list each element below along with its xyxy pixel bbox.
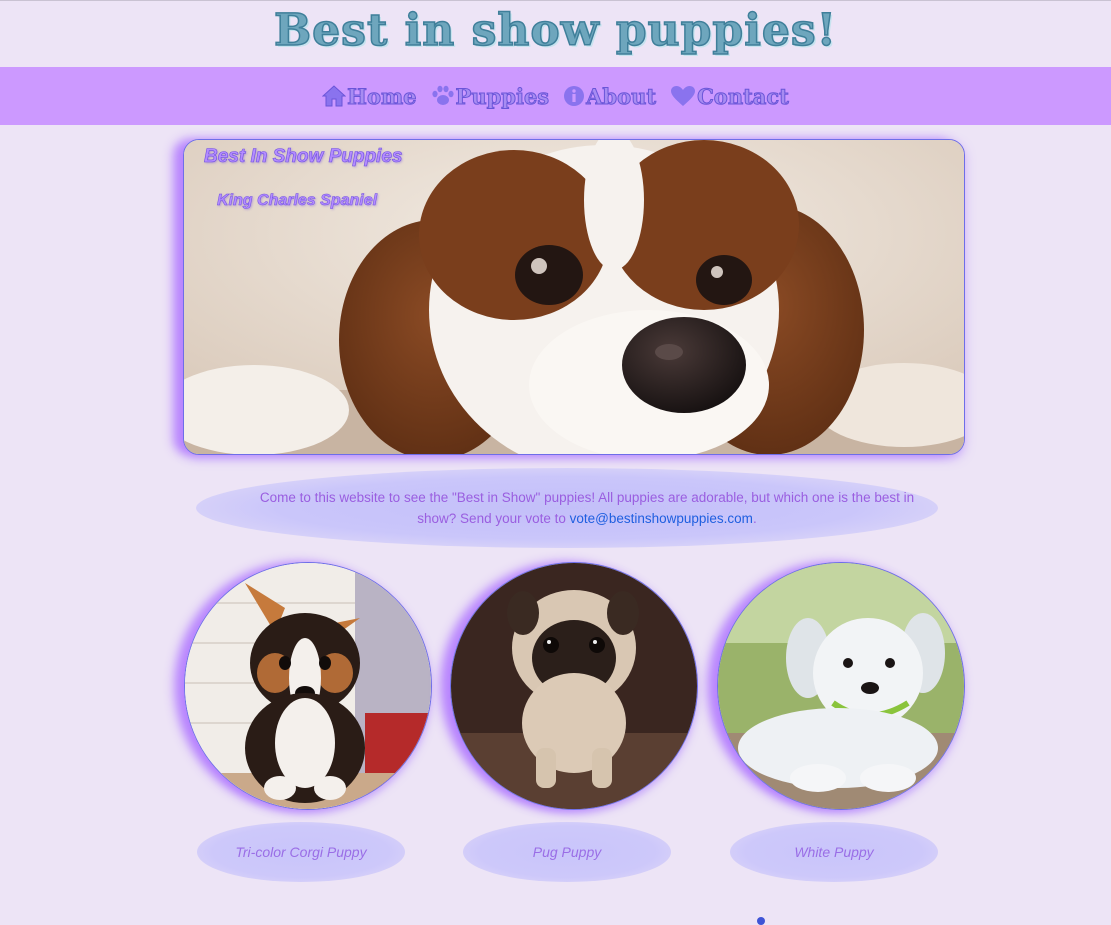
corgi-caption: Tri-color Corgi Puppy xyxy=(197,822,405,882)
nav-contact-label: Contact xyxy=(697,83,790,109)
corgi-puppy-image xyxy=(184,562,432,810)
nav-contact-link[interactable]: Contact xyxy=(670,83,790,109)
nav-about-label: About xyxy=(586,83,657,109)
white-puppy-caption-text: White Puppy xyxy=(794,844,874,860)
pug-puppy-image xyxy=(450,562,698,810)
navbar: Home Puppies About Contact xyxy=(0,67,1111,125)
hero-title: Best In Show Puppies xyxy=(204,146,403,168)
site-title: Best in show puppies! xyxy=(273,4,837,57)
nav-puppies-link[interactable]: Puppies xyxy=(431,83,550,109)
heart-icon xyxy=(670,85,696,107)
nav-home-link[interactable]: Home xyxy=(322,83,417,109)
hero-spaniel-image xyxy=(184,140,964,454)
hero-banner: Best In Show Puppies King Charles Spanie… xyxy=(183,139,965,455)
top-border xyxy=(0,0,1111,1)
pug-caption: Pug Puppy xyxy=(463,822,671,882)
corgi-caption-text: Tri-color Corgi Puppy xyxy=(235,844,367,860)
scroll-indicator xyxy=(757,917,765,925)
intro-bubble: Come to this website to see the "Best in… xyxy=(196,468,938,548)
hero-subtitle: King Charles Spaniel xyxy=(217,192,378,210)
nav-about-link[interactable]: About xyxy=(563,83,657,109)
white-puppy-image xyxy=(717,562,965,810)
vote-email-link[interactable]: vote@bestinshowpuppies.com xyxy=(570,511,753,526)
home-icon xyxy=(322,85,347,107)
nav-puppies-label: Puppies xyxy=(455,83,550,109)
white-puppy-caption: White Puppy xyxy=(730,822,938,882)
intro-text: Come to this website to see the "Best in… xyxy=(217,487,917,529)
nav-home-label: Home xyxy=(347,83,417,109)
paw-icon xyxy=(431,85,455,107)
info-icon xyxy=(563,85,585,107)
intro-text-suffix: . xyxy=(752,511,757,526)
pug-caption-text: Pug Puppy xyxy=(532,844,602,860)
